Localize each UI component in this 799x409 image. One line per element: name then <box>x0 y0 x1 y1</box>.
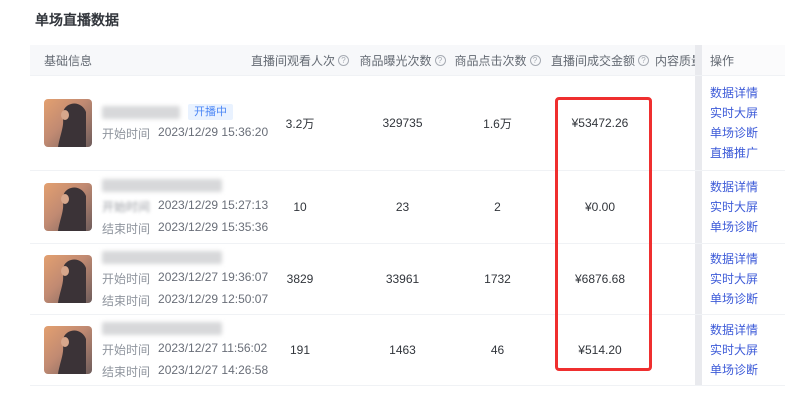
header-exposures: 商品曝光次数? <box>355 45 450 75</box>
action-data-detail[interactable]: 数据详情 <box>710 322 758 339</box>
header-label: 直播间成交金额 <box>551 52 635 69</box>
action-session-diagnosis[interactable]: 单场诊断 <box>710 362 758 379</box>
exposures-cell: 33961 <box>355 244 450 314</box>
action-session-diagnosis[interactable]: 单场诊断 <box>710 125 758 142</box>
action-live-promotion[interactable]: 直播推广 <box>710 145 758 162</box>
action-realtime-screen[interactable]: 实时大屏 <box>710 271 758 288</box>
start-time: 开始时间 2023/12/29 15:27:13 <box>102 198 268 215</box>
content-quality-cell <box>655 244 695 314</box>
actions-cell: 数据详情 实时大屏 单场诊断 <box>702 315 785 385</box>
start-time-label: 开始时间 <box>102 198 150 215</box>
live-badge: 开播中 <box>188 104 233 120</box>
start-time: 开始时间 2023/12/27 19:36:07 <box>102 270 268 287</box>
header-label: 直播间观看人次 <box>251 52 335 69</box>
header-basic-info: 基础信息 <box>30 45 245 75</box>
action-realtime-screen[interactable]: 实时大屏 <box>710 105 758 122</box>
actions-cell: 数据详情 实时大屏 单场诊断 <box>702 171 785 243</box>
table-row: 开始时间 2023/12/29 15:27:13 结束时间 2023/12/29… <box>30 171 785 244</box>
exposures-cell: 1463 <box>355 315 450 385</box>
basic-info-cell: 开始时间 2023/12/29 15:27:13 结束时间 2023/12/29… <box>30 171 245 243</box>
start-time: 开始时间 2023/12/27 11:56:02 <box>102 341 268 358</box>
clicks-cell: 1.6万 <box>450 76 545 170</box>
gmv-cell: ¥6876.68 <box>545 244 655 314</box>
info-icon[interactable]: ? <box>435 55 446 66</box>
viewers-cell: 3829 <box>245 244 355 314</box>
info-icon[interactable]: ? <box>338 55 349 66</box>
action-data-detail[interactable]: 数据详情 <box>710 179 758 196</box>
content-quality-cell <box>655 76 695 170</box>
end-time: 结束时间 2023/12/27 14:26:58 <box>102 363 268 380</box>
action-session-diagnosis[interactable]: 单场诊断 <box>710 291 758 308</box>
header-actions: 操作 <box>702 45 785 75</box>
viewers-cell: 10 <box>245 171 355 243</box>
header-gmv: 直播间成交金额? <box>545 45 655 75</box>
viewers-cell: 191 <box>245 315 355 385</box>
fixed-column-divider <box>695 244 702 314</box>
fixed-column-divider <box>695 171 702 243</box>
actions-cell: 数据详情 实时大屏 单场诊断 直播推广 <box>702 76 785 170</box>
blurred-name <box>102 179 222 192</box>
basic-info-cell: 开始时间 2023/12/27 11:56:02 结束时间 2023/12/27… <box>30 315 245 385</box>
action-data-detail[interactable]: 数据详情 <box>710 251 758 268</box>
table-row: 开始时间 2023/12/27 11:56:02 结束时间 2023/12/27… <box>30 315 785 386</box>
header-label: 商品点击次数 <box>454 52 526 69</box>
live-data-page: 单场直播数据 基础信息 直播间观看人次? 商品曝光次数? 商品点击次数? 直播间… <box>0 0 799 409</box>
start-time: 开始时间 2023/12/29 15:36:20 <box>102 125 268 142</box>
header-clicks: 商品点击次数? <box>450 45 545 75</box>
action-session-diagnosis[interactable]: 单场诊断 <box>710 219 758 236</box>
gmv-cell: ¥53472.26 <box>545 76 655 170</box>
info-icon[interactable]: ? <box>530 55 541 66</box>
exposures-cell: 329735 <box>355 76 450 170</box>
basic-info-cell: 开播中 开始时间 2023/12/29 15:36:20 <box>30 76 245 170</box>
end-time-label: 结束时间 <box>102 292 150 309</box>
table-row: 开播中 开始时间 2023/12/29 15:36:20 3.2万 329735… <box>30 76 785 171</box>
action-data-detail[interactable]: 数据详情 <box>710 85 758 102</box>
header-viewers: 直播间观看人次? <box>245 45 355 75</box>
end-time: 结束时间 2023/12/29 15:35:36 <box>102 220 268 237</box>
page-title: 单场直播数据 <box>35 10 119 30</box>
basic-info-cell: 开始时间 2023/12/27 19:36:07 结束时间 2023/12/29… <box>30 244 245 314</box>
fixed-column-divider <box>695 315 702 385</box>
end-time: 结束时间 2023/12/29 12:50:07 <box>102 292 268 309</box>
action-realtime-screen[interactable]: 实时大屏 <box>710 342 758 359</box>
gmv-cell: ¥514.20 <box>545 315 655 385</box>
header-label: 内容质量 <box>655 52 695 69</box>
start-time-label: 开始时间 <box>102 341 150 358</box>
avatar <box>44 255 92 303</box>
info-icon[interactable]: ? <box>638 55 649 66</box>
table-row: 开始时间 2023/12/27 19:36:07 结束时间 2023/12/29… <box>30 244 785 315</box>
table-header-row: 基础信息 直播间观看人次? 商品曝光次数? 商品点击次数? 直播间成交金额? 内… <box>30 45 785 76</box>
blurred-name <box>102 106 180 119</box>
clicks-cell: 2 <box>450 171 545 243</box>
clicks-cell: 1732 <box>450 244 545 314</box>
avatar <box>44 326 92 374</box>
header-label: 操作 <box>710 52 734 69</box>
clicks-cell: 46 <box>450 315 545 385</box>
content-quality-cell <box>655 315 695 385</box>
header-content-quality: 内容质量 <box>655 45 695 75</box>
clipped-section-title: ▂▂▂▂▂▂ <box>35 403 130 409</box>
content-quality-cell <box>655 171 695 243</box>
end-time-label: 结束时间 <box>102 363 150 380</box>
header-label: 商品曝光次数 <box>359 52 431 69</box>
live-data-table: 基础信息 直播间观看人次? 商品曝光次数? 商品点击次数? 直播间成交金额? 内… <box>30 45 785 386</box>
actions-cell: 数据详情 实时大屏 单场诊断 <box>702 244 785 314</box>
header-label: 基础信息 <box>44 52 92 69</box>
fixed-column-divider <box>695 76 702 170</box>
start-time-label: 开始时间 <box>102 270 150 287</box>
action-realtime-screen[interactable]: 实时大屏 <box>710 199 758 216</box>
viewers-cell: 3.2万 <box>245 76 355 170</box>
gmv-cell: ¥0.00 <box>545 171 655 243</box>
blurred-name <box>102 322 222 335</box>
start-time-label: 开始时间 <box>102 125 150 142</box>
fixed-column-divider <box>695 45 702 75</box>
avatar <box>44 183 92 231</box>
exposures-cell: 23 <box>355 171 450 243</box>
blurred-name <box>102 251 222 264</box>
end-time-label: 结束时间 <box>102 220 150 237</box>
avatar <box>44 99 92 147</box>
